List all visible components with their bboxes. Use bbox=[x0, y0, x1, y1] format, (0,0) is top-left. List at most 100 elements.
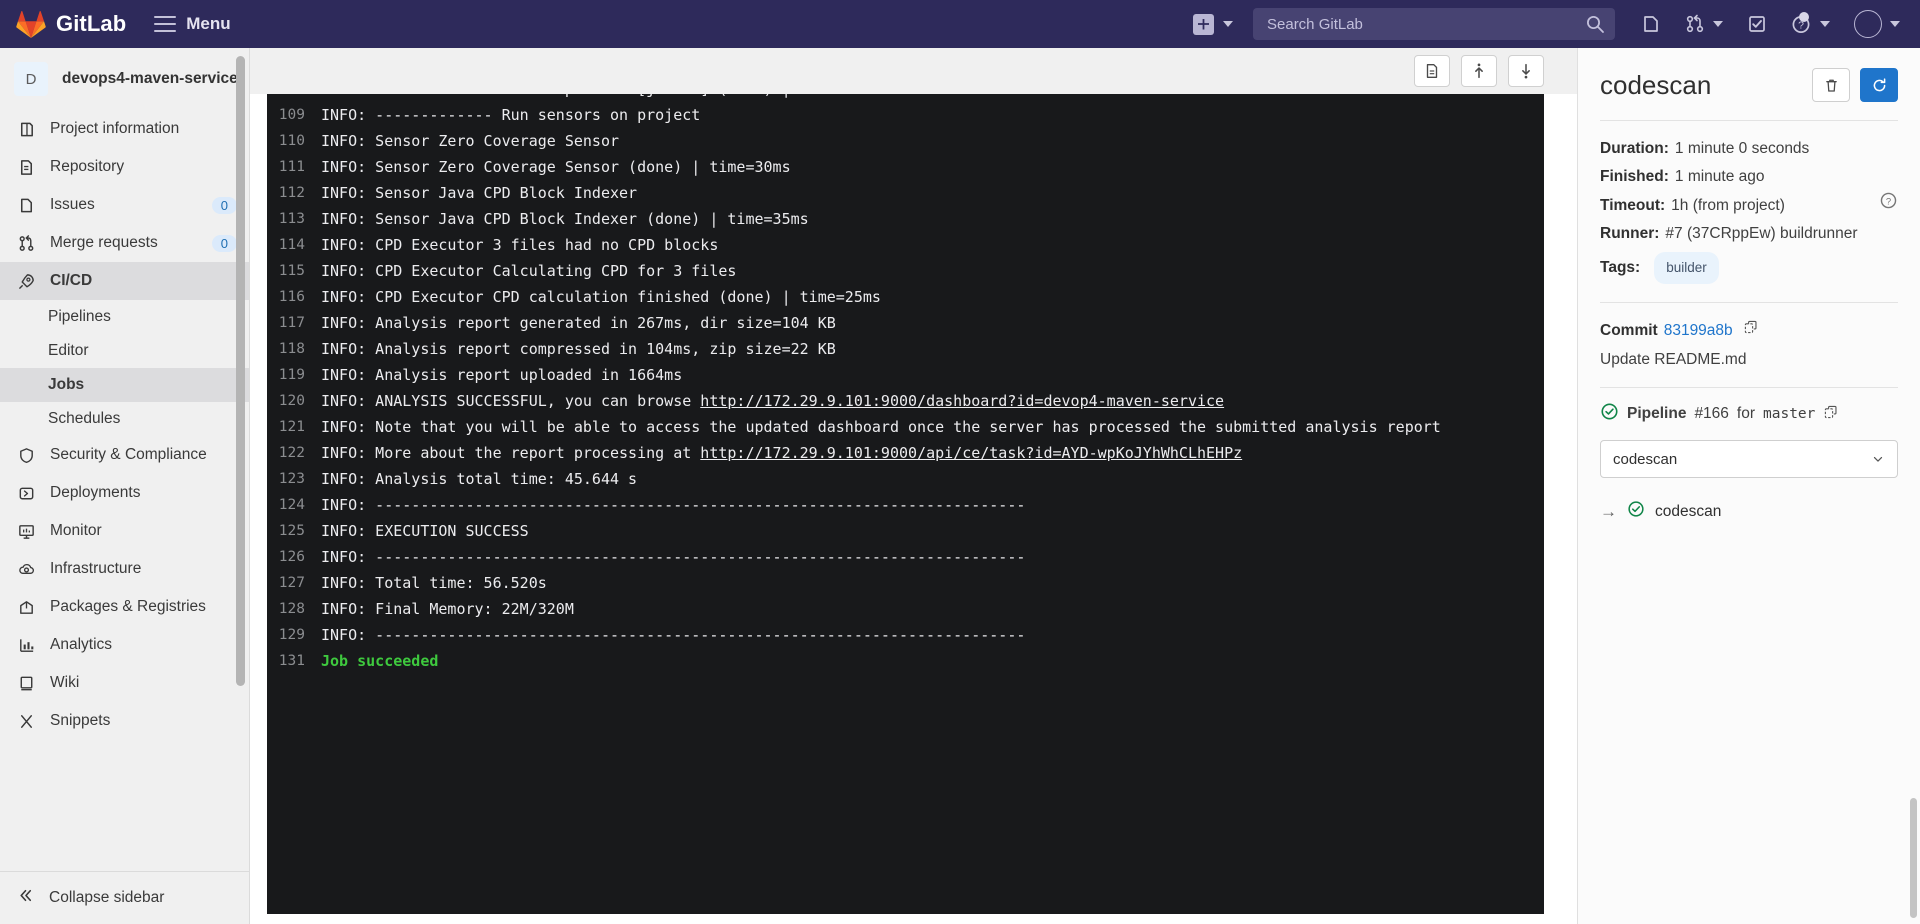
sidebar-item-infrastructure[interactable]: Infrastructure bbox=[0, 550, 249, 588]
log-line-number[interactable]: 122 bbox=[275, 440, 321, 466]
log-line-link[interactable]: http://172.29.9.101:9000/dashboard?id=de… bbox=[700, 392, 1224, 410]
log-line: 122 INFO: More about the report processin… bbox=[275, 440, 1528, 466]
issues-count-badge: 0 bbox=[211, 196, 237, 214]
chevron-double-left-icon bbox=[16, 886, 35, 910]
erase-job-button[interactable] bbox=[1812, 68, 1850, 102]
todos-button[interactable] bbox=[1747, 14, 1767, 34]
timeout-help-button[interactable]: ? bbox=[1879, 191, 1898, 220]
plus-icon bbox=[1193, 13, 1214, 35]
sidebar-item-snippets[interactable]: Snippets bbox=[0, 702, 249, 740]
sidebar-item-deployments[interactable]: Deployments bbox=[0, 474, 249, 512]
raw-log-button[interactable] bbox=[1414, 55, 1450, 87]
sidebar-item-repository[interactable]: Repository bbox=[0, 148, 249, 186]
pipeline-ref[interactable]: master bbox=[1763, 406, 1815, 422]
arrow-right-icon: → bbox=[1600, 501, 1617, 521]
job-tags-row: Tags: builder bbox=[1600, 252, 1898, 284]
job-log-panel[interactable]: 108INFO: Sensor JaCoCo XML Properties [j… bbox=[267, 94, 1544, 914]
log-line-number[interactable]: 119 bbox=[275, 362, 321, 388]
log-line-text: INFO: Final Memory: 22M/320M bbox=[321, 600, 574, 618]
sidebar-item-label: Project information bbox=[50, 120, 180, 137]
infrastructure-icon bbox=[16, 559, 36, 579]
log-line-number[interactable]: 124 bbox=[275, 492, 321, 518]
pipeline-number[interactable]: #166 bbox=[1694, 405, 1728, 423]
sidebar-item-issues[interactable]: Issues 0 bbox=[0, 186, 249, 224]
log-line-number[interactable]: 120 bbox=[275, 388, 321, 414]
main-menu-button[interactable]: Menu bbox=[154, 14, 231, 34]
sidebar-subitem-editor[interactable]: Editor bbox=[0, 334, 249, 368]
sidebar-subitem-pipelines[interactable]: Pipelines bbox=[0, 300, 249, 334]
sidebar-item-merge-requests[interactable]: Merge requests 0 bbox=[0, 224, 249, 262]
sidebar-subitem-schedules[interactable]: Schedules bbox=[0, 402, 249, 436]
chevron-down-icon bbox=[1890, 21, 1900, 27]
scroll-to-bottom-button[interactable] bbox=[1508, 55, 1544, 87]
project-information-icon bbox=[16, 119, 36, 139]
sidebar-item-label: Deployments bbox=[50, 484, 141, 501]
new-item-button[interactable] bbox=[1193, 13, 1233, 35]
log-line-number[interactable]: 108 bbox=[275, 94, 321, 102]
log-line-number[interactable]: 113 bbox=[275, 206, 321, 232]
retry-job-button[interactable] bbox=[1860, 68, 1898, 102]
tag-chip: builder bbox=[1654, 252, 1719, 284]
search-icon bbox=[1587, 16, 1604, 33]
sidebar-item-ci-cd[interactable]: CI/CD bbox=[0, 262, 249, 300]
copy-pipeline-ref-button[interactable] bbox=[1823, 404, 1839, 425]
stage-job-item[interactable]: → codescan bbox=[1600, 500, 1898, 523]
sidebar-item-project-information[interactable]: Project information bbox=[0, 110, 249, 148]
job-runner-row: Runner: #7 (37CRppEw) buildrunner bbox=[1600, 220, 1898, 248]
sidebar-item-label: Packages & Registries bbox=[50, 598, 206, 615]
copy-commit-sha-button[interactable] bbox=[1743, 317, 1759, 345]
tags-label: Tags: bbox=[1600, 259, 1641, 276]
log-line: 111 INFO: Sensor Zero Coverage Sensor (do… bbox=[275, 154, 1528, 180]
sidebar-project-header[interactable]: D devops4-maven-service bbox=[0, 56, 249, 110]
log-line: 112 INFO: Sensor Java CPD Block Indexer bbox=[275, 180, 1528, 206]
sidebar-item-monitor[interactable]: Monitor bbox=[0, 512, 249, 550]
log-line-number[interactable]: 115 bbox=[275, 258, 321, 284]
sidebar-item-label: Monitor bbox=[50, 522, 102, 539]
log-line-text: INFO: ----------------------------------… bbox=[321, 626, 1026, 644]
log-line-number[interactable]: 112 bbox=[275, 180, 321, 206]
log-line-number[interactable]: 127 bbox=[275, 570, 321, 596]
collapse-sidebar-button[interactable]: Collapse sidebar bbox=[0, 871, 249, 924]
log-line-number[interactable]: 125 bbox=[275, 518, 321, 544]
svg-text:?: ? bbox=[1886, 196, 1891, 207]
commit-sha-link[interactable]: 83199a8b bbox=[1664, 317, 1733, 345]
sidebar-subitem-jobs[interactable]: Jobs bbox=[0, 368, 249, 402]
log-line-number[interactable]: 128 bbox=[275, 596, 321, 622]
job-duration-row: Duration: 1 minute 0 seconds bbox=[1600, 135, 1898, 163]
scroll-to-top-button[interactable] bbox=[1461, 55, 1497, 87]
right-panel-scrollbar[interactable] bbox=[1910, 54, 1917, 918]
log-line: 126 INFO: -------------------------------… bbox=[275, 544, 1528, 570]
sidebar-item-wiki[interactable]: Wiki bbox=[0, 664, 249, 702]
log-line-number[interactable]: 109 bbox=[275, 102, 321, 128]
log-line-text: INFO: ----------------------------------… bbox=[321, 496, 1026, 514]
log-line-number[interactable]: 126 bbox=[275, 544, 321, 570]
merge-requests-button[interactable] bbox=[1685, 14, 1723, 34]
timeout-value: 1h (from project) bbox=[1671, 196, 1785, 214]
sidebar-item-security-compliance[interactable]: Security & Compliance bbox=[0, 436, 249, 474]
log-line-number[interactable]: 123 bbox=[275, 466, 321, 492]
user-menu-button[interactable] bbox=[1854, 10, 1900, 38]
log-line-number[interactable]: 118 bbox=[275, 336, 321, 362]
sidebar-item-label: Infrastructure bbox=[50, 560, 142, 577]
status-success-icon bbox=[1627, 500, 1645, 523]
sidebar-scrollbar-thumb[interactable] bbox=[236, 56, 245, 686]
log-line-number[interactable]: 131 bbox=[275, 648, 321, 674]
log-line-number[interactable]: 116 bbox=[275, 284, 321, 310]
search-input[interactable]: Search GitLab bbox=[1253, 8, 1615, 40]
log-line-number[interactable]: 111 bbox=[275, 154, 321, 180]
issues-button[interactable] bbox=[1641, 14, 1661, 34]
right-panel-scrollbar-thumb[interactable] bbox=[1910, 798, 1917, 918]
log-line-number[interactable]: 114 bbox=[275, 232, 321, 258]
log-line-number[interactable]: 129 bbox=[275, 622, 321, 648]
log-line-number[interactable]: 110 bbox=[275, 128, 321, 154]
log-line-link[interactable]: http://172.29.9.101:9000/api/ce/task?id=… bbox=[700, 444, 1242, 462]
log-line-number[interactable]: 121 bbox=[275, 414, 321, 440]
sidebar-scrollbar[interactable] bbox=[236, 56, 245, 866]
stage-select-dropdown[interactable]: codescan bbox=[1600, 440, 1898, 478]
help-button[interactable]: ? bbox=[1791, 11, 1830, 35]
sidebar-item-analytics[interactable]: Analytics bbox=[0, 626, 249, 664]
log-line: 115 INFO: CPD Executor Calculating CPD fo… bbox=[275, 258, 1528, 284]
shield-icon bbox=[16, 445, 36, 465]
log-line-number[interactable]: 117 bbox=[275, 310, 321, 336]
sidebar-item-packages-registries[interactable]: Packages & Registries bbox=[0, 588, 249, 626]
